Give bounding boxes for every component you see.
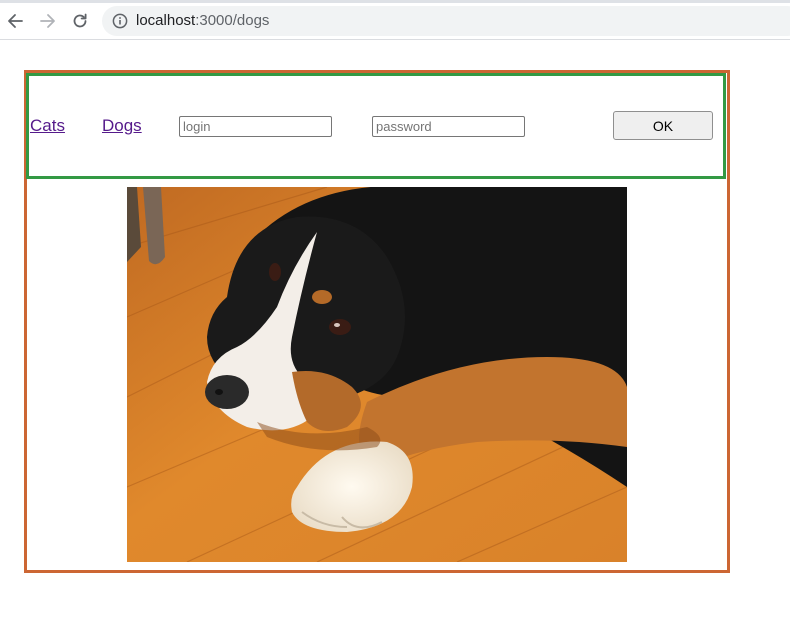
login-input[interactable]	[179, 116, 332, 137]
dog-photo	[127, 187, 627, 562]
reload-button[interactable]	[68, 9, 92, 33]
forward-button[interactable]	[36, 9, 60, 33]
url-host: localhost	[136, 12, 196, 29]
info-icon[interactable]	[112, 13, 128, 29]
nav-link-cats[interactable]: Cats	[30, 116, 65, 136]
url-text: localhost:3000/dogs	[136, 12, 269, 30]
reload-icon	[72, 13, 88, 29]
nav-link-dogs[interactable]: Dogs	[102, 116, 142, 136]
ok-button[interactable]: OK	[613, 111, 713, 140]
arrow-left-icon	[7, 13, 23, 29]
address-bar[interactable]: localhost:3000/dogs	[102, 6, 790, 36]
password-input[interactable]	[372, 116, 525, 137]
arrow-right-icon	[40, 13, 56, 29]
browser-toolbar: localhost:3000/dogs	[0, 0, 790, 40]
back-button[interactable]	[3, 9, 27, 33]
tab-strip-edge	[0, 0, 790, 3]
url-path: :3000/dogs	[195, 12, 270, 29]
